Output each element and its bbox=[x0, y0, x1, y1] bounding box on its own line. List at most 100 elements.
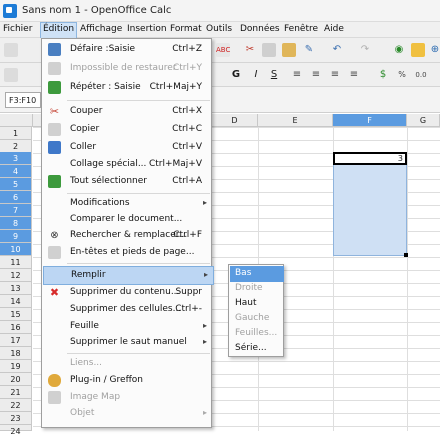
row-header[interactable]: 9 bbox=[0, 230, 32, 243]
grid-line bbox=[407, 114, 408, 431]
row-header[interactable]: 17 bbox=[0, 334, 32, 347]
cut-icon[interactable]: ✂ bbox=[243, 43, 257, 57]
row-header[interactable]: 24 bbox=[0, 425, 32, 436]
menu-item-select-all[interactable]: Tout sélectionner Ctrl+A bbox=[43, 173, 212, 190]
fill-series-item[interactable]: Série... bbox=[230, 341, 284, 357]
row-header[interactable]: 10 bbox=[0, 243, 32, 256]
fill-handle[interactable] bbox=[404, 253, 408, 257]
menu-item-repeat[interactable]: Répéter : Saisie Ctrl+Maj+Y bbox=[43, 79, 212, 96]
plugin-icon bbox=[48, 374, 61, 387]
paste-toolbar-icon[interactable] bbox=[282, 43, 296, 57]
row-header[interactable]: 22 bbox=[0, 399, 32, 412]
row-header[interactable]: 4 bbox=[0, 165, 32, 178]
row-header[interactable]: 23 bbox=[0, 412, 32, 425]
row-header[interactable]: 19 bbox=[0, 360, 32, 373]
row-header[interactable]: 5 bbox=[0, 178, 32, 191]
new-document-icon[interactable] bbox=[4, 43, 18, 57]
row-header[interactable]: 16 bbox=[0, 321, 32, 334]
submenu-arrow-icon: ▸ bbox=[203, 270, 208, 279]
fill-up-item[interactable]: Haut bbox=[230, 296, 284, 312]
menu-separator bbox=[67, 353, 210, 354]
row-header[interactable]: 1 bbox=[0, 127, 32, 140]
currency-icon[interactable]: $ bbox=[376, 68, 390, 82]
align-center-icon[interactable]: ≡ bbox=[309, 68, 323, 82]
column-header-e[interactable]: E bbox=[258, 114, 333, 127]
menu-aide[interactable]: Aide bbox=[324, 24, 344, 34]
number-format-icon[interactable]: 0.0 bbox=[414, 68, 428, 82]
row-header[interactable]: 18 bbox=[0, 347, 32, 360]
column-header-f[interactable]: F bbox=[333, 114, 407, 127]
row-header[interactable]: 8 bbox=[0, 217, 32, 230]
menu-item-plugin[interactable]: Plug-in / Greffon bbox=[43, 372, 212, 389]
active-cell-f3[interactable]: 3 bbox=[333, 152, 407, 165]
menu-item-copy[interactable]: Copier Ctrl+C bbox=[43, 121, 212, 138]
fill-sheets-item: Feuilles... bbox=[230, 326, 284, 342]
brush-icon[interactable]: ✎ bbox=[302, 43, 316, 57]
row-header[interactable]: 21 bbox=[0, 386, 32, 399]
menu-item-find-replace[interactable]: ⊗ Rechercher & remplacer... Ctrl+F bbox=[43, 227, 212, 244]
menu-item-modifications[interactable]: Modifications ▸ bbox=[43, 195, 212, 212]
fill-down-item[interactable]: Bas bbox=[230, 266, 284, 282]
menu-item-fill[interactable]: Remplir ▸ bbox=[43, 266, 214, 285]
row-header[interactable]: 20 bbox=[0, 373, 32, 386]
row-header[interactable]: 13 bbox=[0, 282, 32, 295]
selected-range[interactable] bbox=[333, 152, 407, 256]
corner-header[interactable] bbox=[0, 114, 33, 127]
submenu-arrow-icon: ▸ bbox=[202, 408, 207, 417]
menu-affichage[interactable]: Affichage bbox=[80, 24, 122, 34]
column-header-g[interactable]: G bbox=[407, 114, 440, 127]
sum-icon[interactable]: ⊕ bbox=[428, 43, 440, 57]
column-header-d[interactable]: D bbox=[212, 114, 258, 127]
menu-fichier[interactable]: Fichier bbox=[3, 24, 32, 34]
underline-button[interactable]: S bbox=[267, 68, 281, 82]
undo-toolbar-icon[interactable]: ↶ bbox=[330, 43, 344, 57]
row-header[interactable]: 15 bbox=[0, 308, 32, 321]
row-header[interactable]: 7 bbox=[0, 204, 32, 217]
menu-item-header-footer[interactable]: En-têtes et pieds de page... bbox=[43, 244, 212, 261]
menu-item-compare[interactable]: Comparer le document... bbox=[43, 211, 212, 228]
menu-item-paste-special[interactable]: Collage spécial... Ctrl+Maj+V bbox=[43, 156, 212, 173]
italic-button[interactable]: I bbox=[249, 68, 263, 82]
align-left-icon[interactable]: ≡ bbox=[290, 68, 304, 82]
menu-item-delete-contents[interactable]: ✖ Supprimer du contenu... Suppr bbox=[43, 284, 212, 301]
menu-edition[interactable]: Édition bbox=[40, 22, 78, 39]
submenu-item-label: Série... bbox=[235, 343, 267, 353]
bold-button[interactable]: G bbox=[229, 68, 243, 82]
select-all-icon bbox=[48, 175, 61, 188]
spellcheck-icon[interactable]: ABC bbox=[216, 43, 230, 57]
styles-icon[interactable] bbox=[4, 68, 18, 82]
row-header[interactable]: 3 bbox=[0, 152, 32, 165]
submenu-item-label: Gauche bbox=[235, 313, 270, 323]
copy-toolbar-icon[interactable] bbox=[262, 43, 276, 57]
row-header[interactable]: 11 bbox=[0, 256, 32, 269]
menu-item-label: Répéter : Saisie bbox=[70, 82, 141, 92]
menu-item-shortcut: Ctrl+X bbox=[172, 106, 202, 116]
menu-donnees[interactable]: Données bbox=[240, 24, 280, 34]
menu-item-shortcut: Ctrl+Maj+Y bbox=[149, 82, 202, 92]
name-box[interactable]: F3:F10 bbox=[5, 92, 41, 108]
fill-submenu: Bas Droite Haut Gauche Feuilles... Série… bbox=[228, 264, 284, 357]
repeat-icon bbox=[48, 81, 61, 94]
menu-format[interactable]: Format bbox=[170, 24, 202, 34]
justify-icon[interactable]: ≡ bbox=[347, 68, 361, 82]
fill-right-item: Droite bbox=[230, 281, 284, 297]
menu-item-sheet[interactable]: Feuille ▸ bbox=[43, 318, 212, 335]
gallery-icon[interactable] bbox=[411, 43, 425, 57]
menu-item-undo[interactable]: Défaire :Saisie Ctrl+Z bbox=[43, 41, 212, 58]
menu-item-paste[interactable]: Coller Ctrl+V bbox=[43, 139, 212, 156]
menu-outils[interactable]: Outils bbox=[206, 24, 232, 34]
row-header[interactable]: 12 bbox=[0, 269, 32, 282]
row-header[interactable]: 6 bbox=[0, 191, 32, 204]
percent-icon[interactable]: % bbox=[395, 68, 409, 82]
align-right-icon[interactable]: ≡ bbox=[328, 68, 342, 82]
redo-toolbar-icon[interactable]: ↷ bbox=[358, 43, 372, 57]
menu-item-delete-break[interactable]: Supprimer le saut manuel ▸ bbox=[43, 334, 212, 351]
row-header[interactable]: 14 bbox=[0, 295, 32, 308]
menu-item-cut[interactable]: ✂ Couper Ctrl+X bbox=[43, 103, 212, 120]
header-footer-icon bbox=[48, 246, 61, 259]
menu-item-label: Défaire :Saisie bbox=[70, 44, 136, 54]
navigator-icon[interactable]: ◉ bbox=[392, 43, 406, 57]
menu-fenetre[interactable]: Fenêtre bbox=[284, 24, 318, 34]
menu-item-delete-cells[interactable]: Supprimer des cellules... Ctrl+- bbox=[43, 301, 212, 318]
menu-insertion[interactable]: Insertion bbox=[127, 24, 167, 34]
